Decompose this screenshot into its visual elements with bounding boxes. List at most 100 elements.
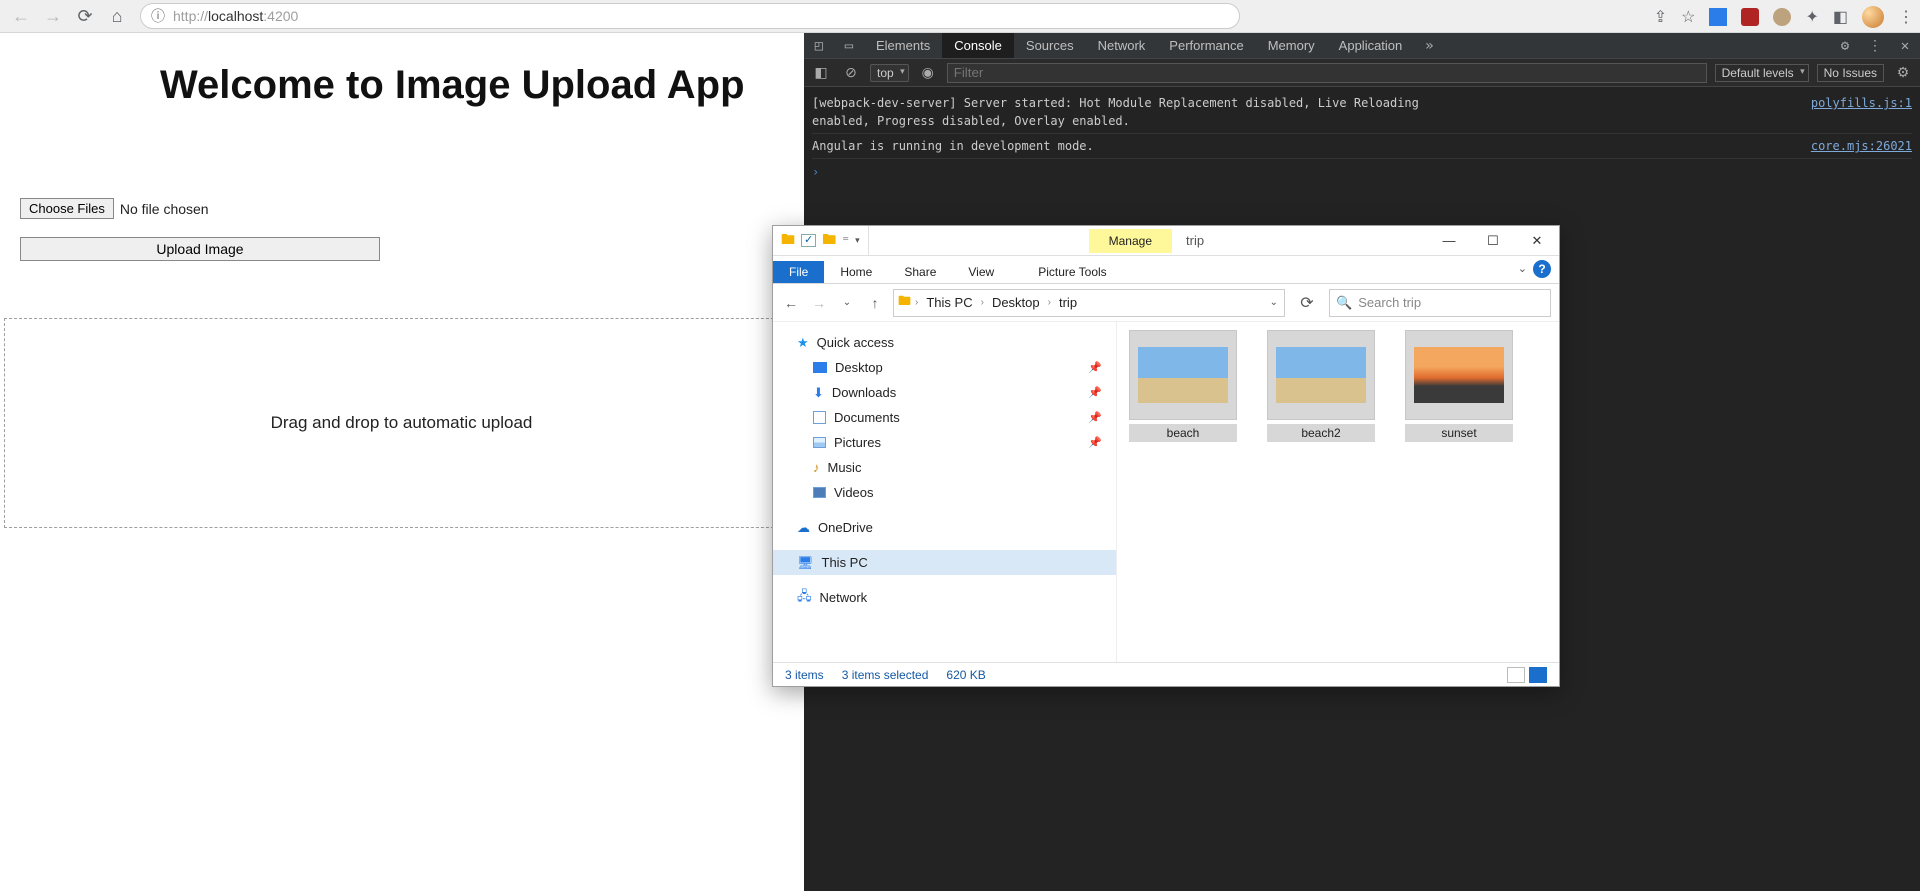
file-item[interactable]: beach <box>1129 330 1237 442</box>
nav-back-icon[interactable]: ← <box>781 295 801 311</box>
upload-image-button[interactable]: Upload Image <box>20 237 380 261</box>
drop-zone[interactable]: Drag and drop to automatic upload <box>4 318 799 528</box>
tree-music[interactable]: ♪Music <box>773 455 1116 480</box>
tab-view[interactable]: View <box>952 261 1010 283</box>
tab-file[interactable]: File <box>773 261 824 283</box>
ribbon-expand-icon[interactable]: ⌄ <box>1518 262 1527 275</box>
site-info-icon[interactable]: ⓘ <box>151 6 165 26</box>
devtools-settings-icon[interactable]: ⚙ <box>1830 33 1860 58</box>
devtools-close-icon[interactable]: ✕ <box>1890 33 1920 58</box>
thumbnail <box>1405 330 1513 420</box>
tab-elements[interactable]: Elements <box>864 33 942 58</box>
tree-desktop[interactable]: Desktop📌 <box>773 355 1116 380</box>
browser-toolbar: ← → ⟳ ⌂ ⓘ http://localhost:4200 ⇪ ☆ ✦ ◧ … <box>0 0 1920 33</box>
tab-sources[interactable]: Sources <box>1014 33 1086 58</box>
filter-input[interactable] <box>947 63 1707 83</box>
nav-icons: ← → ⟳ ⌂ <box>6 7 132 25</box>
close-icon[interactable]: ✕ <box>1515 226 1559 256</box>
qat-caret-icon[interactable]: ▾ <box>855 235 860 246</box>
back-icon[interactable]: ← <box>12 7 30 25</box>
tab-network[interactable]: Network <box>1086 33 1158 58</box>
tree-onedrive[interactable]: ☁OneDrive <box>773 515 1116 540</box>
breadcrumb-dropdown-icon[interactable]: ⌄ <box>1270 297 1278 308</box>
help-icon[interactable]: ? <box>1533 260 1551 278</box>
manage-tab[interactable]: Manage <box>1089 229 1172 253</box>
file-grid[interactable]: beach beach2 sunset <box>1117 322 1559 662</box>
minimize-icon[interactable]: — <box>1427 226 1471 256</box>
issues-badge[interactable]: No Issues <box>1817 64 1884 82</box>
search-box[interactable]: 🔍 Search trip <box>1329 289 1551 317</box>
ext-devtools-icon[interactable] <box>1709 8 1727 26</box>
drop-zone-label: Drag and drop to automatic upload <box>271 413 533 433</box>
console-settings-icon[interactable]: ⚙ <box>1892 64 1914 81</box>
console-toolbar: ◧ ⊘ top ◉ Default levels No Issues ⚙ <box>804 59 1920 87</box>
share-icon[interactable]: ⇪ <box>1654 7 1667 27</box>
log-message: [webpack-dev-server] Server started: Hot… <box>812 94 1419 130</box>
downloads-icon: ⬇ <box>813 385 824 401</box>
nav-up-icon[interactable]: ↑ <box>865 295 885 311</box>
log-levels-selector[interactable]: Default levels <box>1715 64 1809 82</box>
tab-memory[interactable]: Memory <box>1256 33 1327 58</box>
tree-documents[interactable]: Documents📌 <box>773 405 1116 430</box>
qat-caret-icon[interactable]: ⁼ <box>842 233 849 249</box>
cloud-icon: ☁ <box>797 520 810 536</box>
tab-console[interactable]: Console <box>942 33 1014 58</box>
tab-picture-tools[interactable]: Picture Tools <box>1022 261 1122 283</box>
extensions-icon[interactable]: ✦ <box>1805 7 1818 27</box>
maximize-icon[interactable]: ☐ <box>1471 226 1515 256</box>
pc-icon: 🖥 <box>797 555 814 571</box>
profile-avatar[interactable] <box>1862 6 1884 28</box>
live-expression-icon[interactable]: ◉ <box>917 64 939 81</box>
tab-home[interactable]: Home <box>824 261 888 283</box>
sidepanel-icon[interactable]: ◧ <box>1833 7 1848 27</box>
console-prompt[interactable]: › <box>804 163 1920 181</box>
breadcrumb-segment[interactable]: Desktop <box>988 295 1044 310</box>
nav-recent-icon[interactable]: ⌄ <box>837 297 857 308</box>
properties-icon[interactable]: ✓ <box>801 234 816 247</box>
view-switcher <box>1507 667 1547 683</box>
tree-pictures[interactable]: Pictures📌 <box>773 430 1116 455</box>
thumbnail <box>1129 330 1237 420</box>
console-sidebar-icon[interactable]: ◧ <box>810 64 832 81</box>
log-source-link[interactable]: polyfills.js:1 <box>1791 94 1912 130</box>
inspect-icon[interactable]: ◰ <box>804 33 834 58</box>
clear-console-icon[interactable]: ⊘ <box>840 64 862 81</box>
chevron-right-icon: › <box>1048 297 1051 308</box>
reload-icon[interactable]: ⟳ <box>76 7 94 25</box>
file-item[interactable]: beach2 <box>1267 330 1375 442</box>
devtools-menu-icon[interactable]: ⋮ <box>1860 33 1890 58</box>
star-icon: ★ <box>797 335 809 351</box>
folder-icon: 🖿 <box>781 229 795 253</box>
breadcrumb-bar[interactable]: 🖿 › This PC › Desktop › trip ⌄ <box>893 289 1285 317</box>
forward-icon[interactable]: → <box>44 7 62 25</box>
tree-network[interactable]: 🖧Network <box>773 585 1116 610</box>
context-selector[interactable]: top <box>870 64 909 82</box>
menu-icon[interactable]: ⋮ <box>1898 7 1914 27</box>
address-bar[interactable]: ⓘ http://localhost:4200 <box>140 3 1240 29</box>
home-icon[interactable]: ⌂ <box>108 7 126 25</box>
tree-videos[interactable]: Videos <box>773 480 1116 505</box>
ext-monkey-icon[interactable] <box>1773 8 1791 26</box>
tab-performance[interactable]: Performance <box>1157 33 1255 58</box>
tree-this-pc[interactable]: 🖥This PC <box>773 550 1116 575</box>
tab-share[interactable]: Share <box>888 261 952 283</box>
explorer-navbar: ← → ⌄ ↑ 🖿 › This PC › Desktop › trip ⌄ ⟳… <box>773 284 1559 322</box>
tree-downloads[interactable]: ⬇Downloads📌 <box>773 380 1116 405</box>
breadcrumb-segment[interactable]: trip <box>1055 295 1081 310</box>
nav-forward-icon[interactable]: → <box>809 295 829 311</box>
explorer-titlebar[interactable]: 🖿 ✓ 🖿 ⁼ ▾ Manage trip — ☐ ✕ <box>773 226 1559 256</box>
device-icon[interactable]: ▭ <box>834 33 864 58</box>
ext-ublock-icon[interactable] <box>1741 8 1759 26</box>
choose-files-button[interactable]: Choose Files <box>20 198 114 219</box>
tab-application[interactable]: Application <box>1327 33 1415 58</box>
thumbnails-view-icon[interactable] <box>1529 667 1547 683</box>
more-tabs-icon[interactable]: » <box>1414 33 1444 58</box>
details-view-icon[interactable] <box>1507 667 1525 683</box>
refresh-icon[interactable]: ⟳ <box>1293 293 1321 313</box>
tree-quick-access[interactable]: ★Quick access <box>773 330 1116 355</box>
folder-icon: 🖿 <box>822 229 836 253</box>
breadcrumb-segment[interactable]: This PC <box>922 295 976 310</box>
bookmark-icon[interactable]: ☆ <box>1681 7 1695 27</box>
log-source-link[interactable]: core.mjs:26021 <box>1791 137 1912 155</box>
file-item[interactable]: sunset <box>1405 330 1513 442</box>
